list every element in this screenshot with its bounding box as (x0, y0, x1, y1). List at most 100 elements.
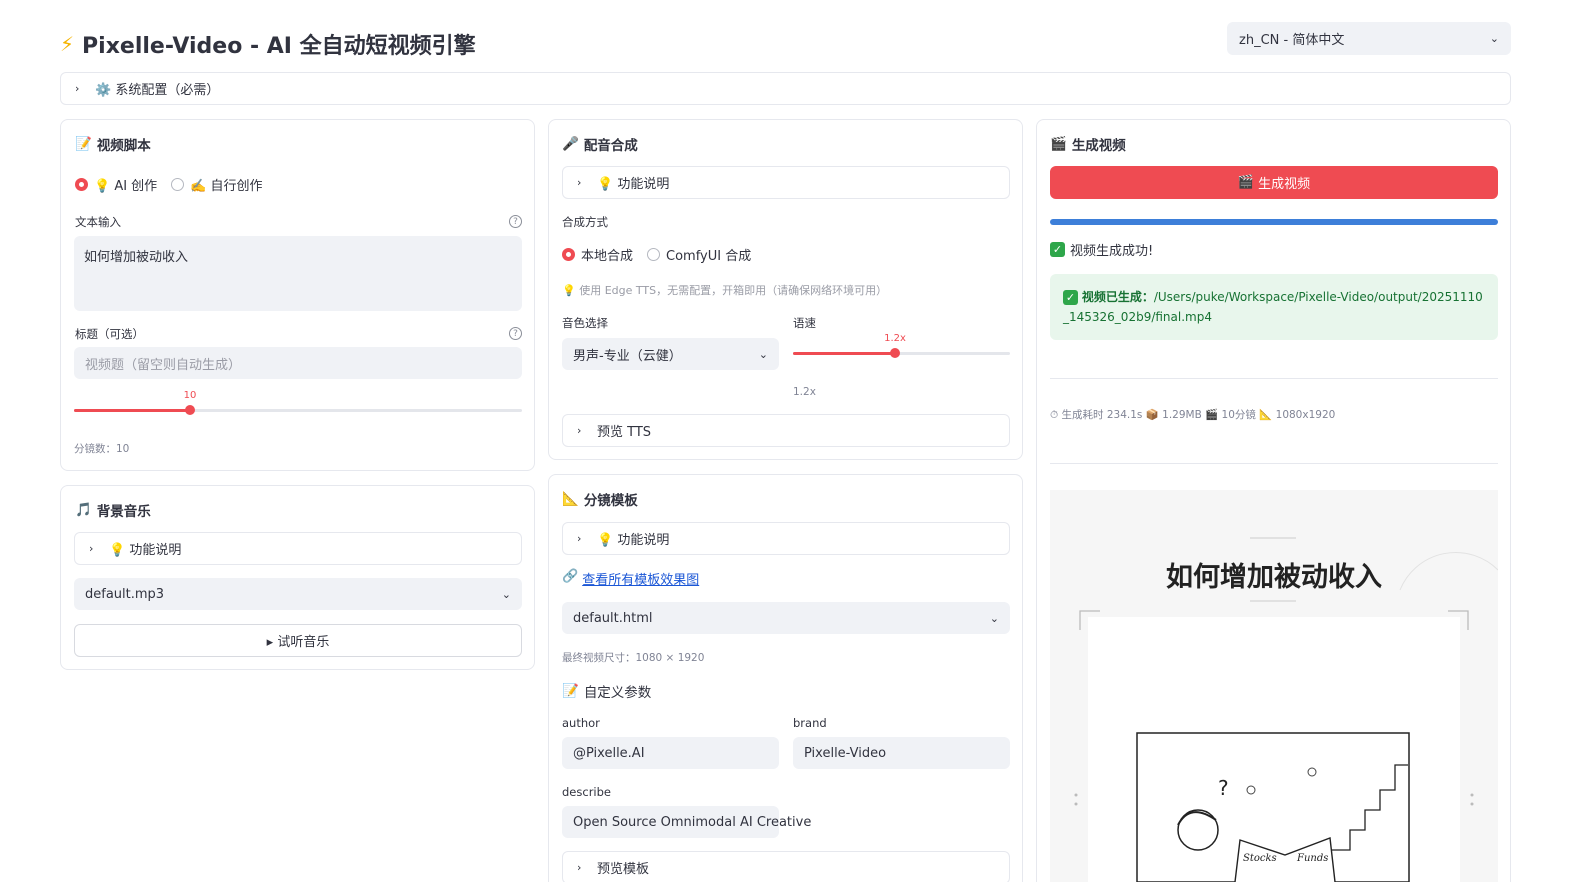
system-config-expander[interactable]: › ⚙️ 系统配置（必需） (60, 72, 1511, 105)
template-panel-title: 📐 分镜模板 (562, 489, 638, 509)
brand-input[interactable]: Pixelle-Video (793, 737, 1010, 769)
tts-method-label: 合成方式 (562, 215, 608, 229)
speed-slider-fill (793, 352, 895, 355)
result-success-box: ✓ 视频已生成：/Users/puke/Workspace/Pixelle-Vi… (1050, 274, 1498, 340)
generate-panel-title-text: 生成视频 (1071, 138, 1126, 154)
preview-tts-expander[interactable]: › 预览 TTS (562, 414, 1010, 447)
template-select-value: default.html (573, 610, 653, 626)
custom-params-title-text: 自定义参数 (583, 685, 652, 701)
result-prefix: 视频已生成： (1081, 290, 1154, 304)
clapper-icon: 🎬 (1050, 136, 1067, 152)
speed-slider[interactable]: 1.2x (793, 333, 1010, 358)
preview-decoration: ? Stocks Funds (1074, 537, 1498, 882)
mode-radio-group: 💡 AI 创作 ✍️ 自行创作 (75, 175, 263, 194)
chevron-down-icon: ⌄ (758, 347, 768, 361)
bgm-help-expander[interactable]: › 💡 功能说明 (74, 532, 522, 565)
check-icon: ✓ (1063, 290, 1078, 305)
chevron-down-icon: ⌄ (989, 611, 999, 625)
tts-local-label: 本地合成 (581, 249, 634, 264)
preview-tts-label: 预览 TTS (597, 425, 652, 440)
divider (1050, 463, 1498, 464)
radio-selected-icon (562, 248, 575, 261)
mode-ai-label: 💡 AI 创作 (94, 179, 158, 194)
video-preview[interactable]: ? Stocks Funds 如何增加被动收入 (1050, 490, 1498, 882)
chevron-right-icon: › (577, 861, 582, 874)
speed-label: 语速 (793, 316, 816, 330)
template-select[interactable]: default.html ⌄ (562, 602, 1010, 634)
speed-slider-thumb[interactable] (890, 348, 900, 358)
generation-progress-bar (1050, 219, 1498, 225)
memo-icon: 📝 (562, 683, 579, 699)
link-icon: 🔗 (562, 569, 579, 584)
author-label: author (562, 716, 600, 730)
describe-input[interactable]: Open Source Omnimodal AI Creative (562, 806, 811, 838)
bgm-select-value: default.mp3 (85, 586, 165, 602)
generate-video-button[interactable]: 🎬 生成视频 (1050, 166, 1498, 199)
mode-manual-label: ✍️ 自行创作 (190, 179, 263, 194)
preview-template-expander[interactable]: › 预览模板 (562, 851, 1010, 882)
voice-select[interactable]: 男声-专业（云健） ⌄ (562, 338, 779, 370)
bgm-panel-title: 🎵 背景音乐 (75, 500, 151, 520)
triangle-ruler-icon: 📐 (562, 491, 579, 507)
voice-label: 音色选择 (562, 316, 608, 330)
bgm-panel: 🎵 背景音乐 › 💡 功能说明 default.mp3 ⌄ ▸ 试听音乐 (60, 485, 535, 670)
language-select[interactable]: zh_CN - 简体中文 ⌄ (1227, 22, 1511, 55)
tts-local-radio[interactable]: 本地合成 (562, 245, 633, 264)
bgm-select[interactable]: default.mp3 ⌄ (74, 578, 522, 610)
tts-panel: 🎤 配音合成 › 💡 功能说明 合成方式 本地合成 ComfyUI 合成 💡 使… (548, 119, 1023, 460)
template-gallery-link[interactable]: 查看所有模板效果图 (582, 569, 699, 588)
memo-icon: 📝 (75, 136, 92, 152)
microphone-icon: 🎤 (562, 136, 579, 152)
generation-status: ✓ 视频生成成功! (1050, 240, 1153, 259)
template-help-label: 💡 功能说明 (597, 533, 670, 548)
chevron-right-icon: › (89, 542, 94, 555)
custom-params-title: 📝 自定义参数 (562, 681, 651, 701)
tts-help-label: 💡 功能说明 (597, 177, 670, 192)
chevron-right-icon: › (577, 176, 582, 189)
help-icon[interactable]: ? (509, 327, 522, 340)
chevron-right-icon: › (75, 82, 80, 95)
tts-hint: 💡 使用 Edge TTS，无需配置，开箱即用（请确保网络环境可用） (562, 284, 888, 297)
check-icon: ✓ (1050, 242, 1065, 257)
tts-panel-title-text: 配音合成 (583, 138, 638, 154)
template-panel-title-text: 分镜模板 (583, 493, 638, 509)
mode-ai-radio[interactable]: 💡 AI 创作 (75, 175, 157, 194)
text-input-label: 文本输入 (75, 215, 121, 229)
radio-selected-icon (75, 178, 88, 191)
scenes-slider-fill (74, 409, 190, 412)
book-word-1: Stocks (1243, 853, 1277, 864)
play-music-button[interactable]: ▸ 试听音乐 (74, 624, 522, 657)
author-input[interactable]: @Pixelle.AI (562, 737, 779, 769)
preview-template-label: 预览模板 (597, 862, 650, 877)
mode-manual-radio[interactable]: ✍️ 自行创作 (171, 175, 263, 194)
scenes-caption: 分镜数：10 (74, 443, 130, 455)
brand-label: brand (793, 716, 827, 730)
generation-status-text: 视频生成成功! (1070, 244, 1154, 259)
scenes-slider-thumb[interactable] (185, 405, 195, 415)
scenes-slider[interactable]: 10 (74, 390, 522, 415)
voice-select-value: 男声-专业（云健） (573, 348, 682, 364)
title-input-label: 标题（可选） (75, 327, 144, 341)
template-gallery-link-row: 🔗 查看所有模板效果图 (562, 569, 699, 588)
template-help-expander[interactable]: › 💡 功能说明 (562, 522, 1010, 555)
title-input-field[interactable]: 视频题（留空则自动生成） (74, 347, 522, 379)
book-word-2: Funds (1296, 853, 1328, 864)
tts-comfyui-radio[interactable]: ComfyUI 合成 (647, 245, 751, 264)
clapper-icon: 🎬 (1237, 175, 1255, 190)
tts-method-radio-group: 本地合成 ComfyUI 合成 (562, 245, 751, 264)
radio-unselected-icon (647, 248, 661, 261)
bgm-help-label: 💡 功能说明 (109, 543, 182, 558)
tts-comfyui-label: ComfyUI 合成 (666, 249, 752, 264)
video-size-caption: 最终视频尺寸：1080 × 1920 (562, 652, 705, 664)
scenes-slider-value: 10 (183, 390, 197, 401)
generate-panel: 🎬 生成视频 🎬 生成视频 ✓ 视频生成成功! ✓ 视频已生成：/Users/p… (1036, 119, 1511, 882)
script-panel-title: 📝 视频脚本 (75, 134, 151, 154)
tts-help-expander[interactable]: › 💡 功能说明 (562, 166, 1010, 199)
speed-caption: 1.2x (793, 386, 816, 398)
chevron-right-icon: › (577, 424, 582, 437)
template-panel: 📐 分镜模板 › 💡 功能说明 🔗 查看所有模板效果图 default.html… (548, 474, 1023, 882)
lightning-icon: ⚡ (60, 32, 75, 56)
script-panel-title-text: 视频脚本 (96, 138, 151, 154)
help-icon[interactable]: ? (509, 215, 522, 228)
text-input-field[interactable]: 如何增加被动收入 (74, 236, 522, 311)
